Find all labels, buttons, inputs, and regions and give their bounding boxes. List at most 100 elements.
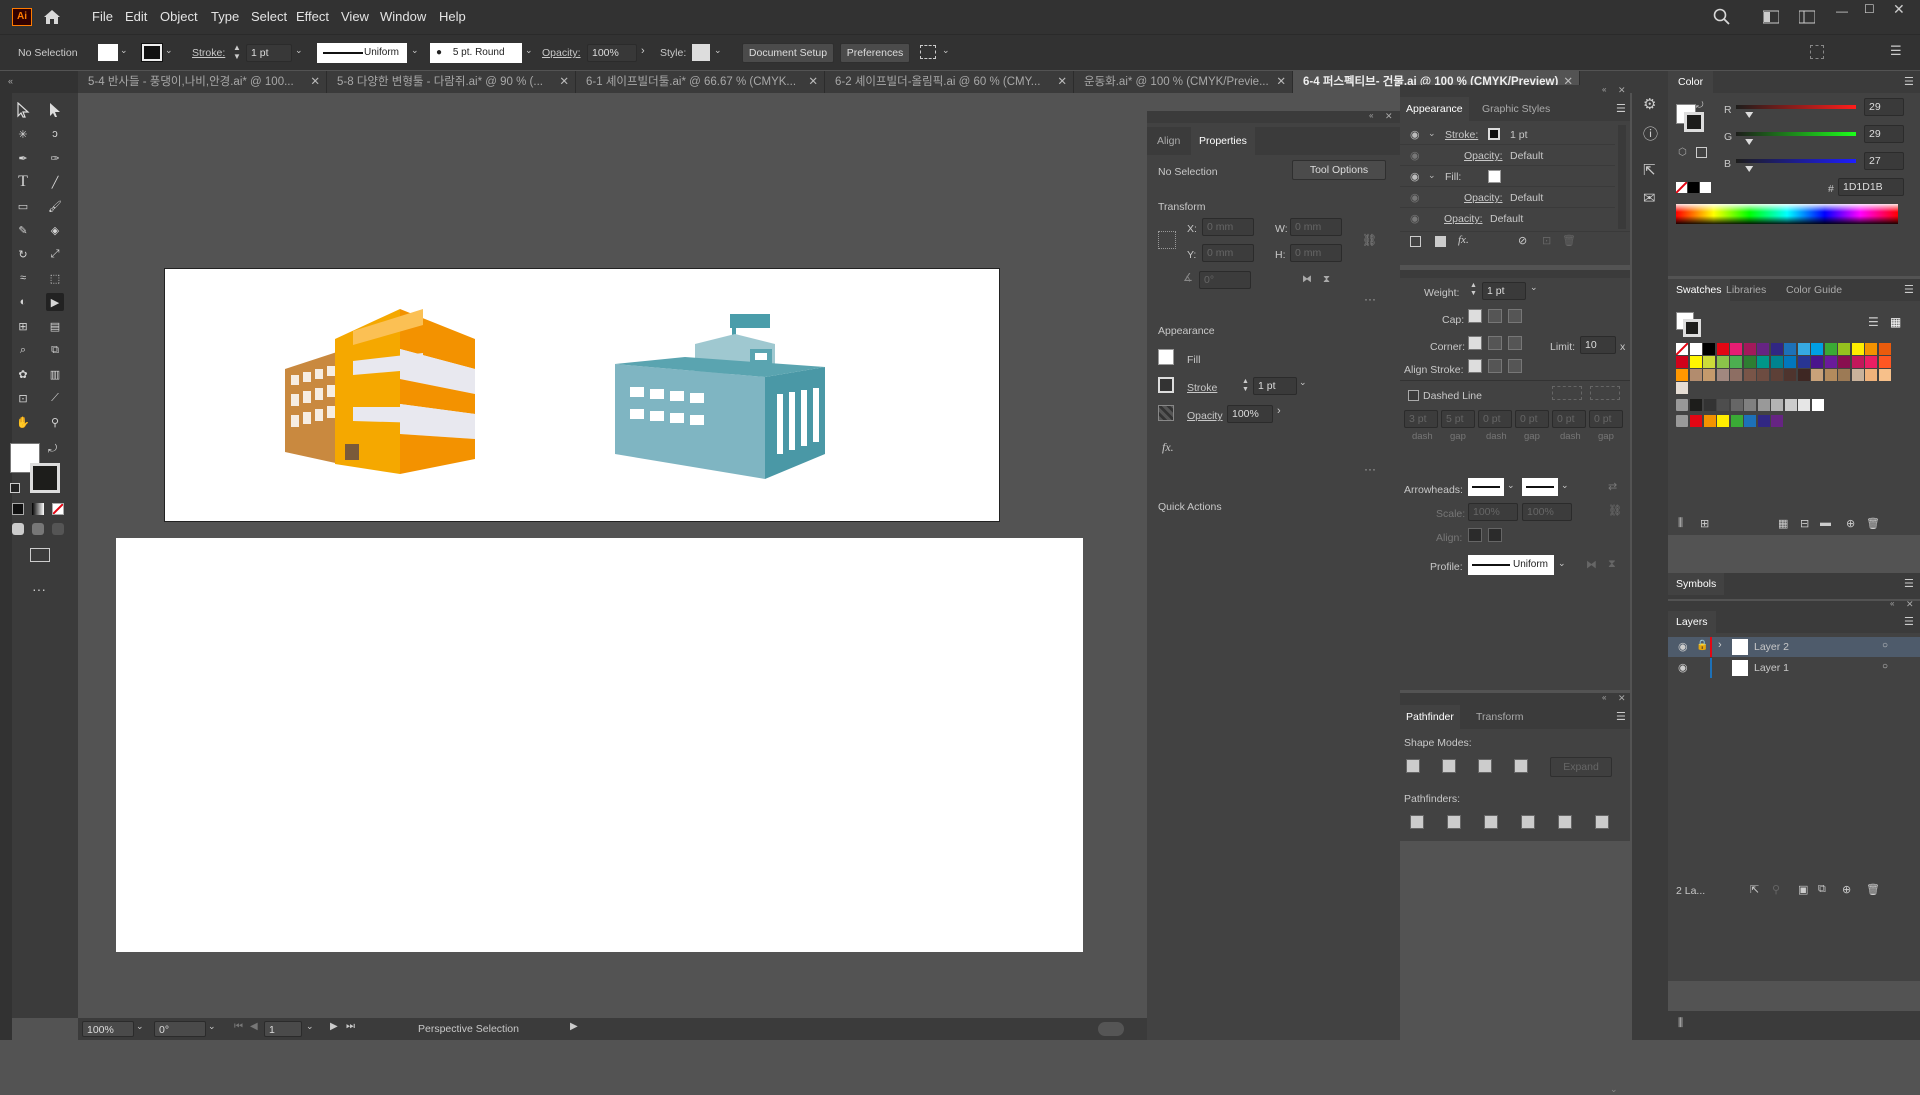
expand-chevron-icon[interactable]: ⌄ [1428,128,1436,139]
color-swatch[interactable] [1797,369,1810,381]
color-swatch[interactable] [1689,356,1702,368]
web-safe-icon[interactable] [1696,147,1707,158]
opacity-link[interactable]: Opacity: [1464,150,1503,162]
more-appearance-icon[interactable]: ··· [1364,462,1376,476]
color-swatch[interactable] [1743,343,1756,355]
expand-button[interactable]: Expand [1550,757,1612,777]
left-collapse-bar[interactable]: « [0,71,78,93]
rotation-field[interactable]: 0° [154,1021,206,1037]
hex-input[interactable]: 1D1D1B [1838,178,1904,196]
zoom-level-field[interactable]: 100% [82,1021,134,1037]
new-layer-icon[interactable]: ⊕ [1842,883,1851,896]
fx-button[interactable]: fx. [1162,440,1174,455]
gray-swatch[interactable] [1744,399,1756,411]
color-swap-icon[interactable]: ⤾ [1696,100,1704,111]
weight-input[interactable]: 1 pt [1482,282,1526,300]
style-swatch[interactable] [692,44,710,61]
tab-pathfinder[interactable]: Pathfinder [1400,705,1460,729]
tab-align[interactable]: Align [1157,127,1180,155]
stroke-color-box[interactable] [30,463,60,493]
pathfinder-close-icon[interactable]: ✕ [1618,693,1626,704]
color-swatch[interactable] [1811,343,1823,355]
bright-swatch[interactable] [1703,415,1716,427]
preferences-button[interactable]: Preferences [840,43,910,63]
new-sublayer-icon[interactable]: ⧉ [1818,883,1826,896]
bright-swatch[interactable] [1771,415,1783,427]
none-mode-icon[interactable] [52,503,64,515]
gap-1-input[interactable]: 5 pt [1441,410,1475,428]
lasso-tool-icon[interactable]: ↄ [46,125,64,143]
scale-start-input[interactable]: 100% [1468,503,1518,521]
x-input[interactable]: 0 mm [1202,218,1254,236]
delete-item-icon[interactable]: 🗑 [1562,234,1576,247]
opacity-link[interactable]: Opacity: [1444,213,1483,225]
locate-object-icon[interactable]: ⚲ [1772,883,1780,896]
flip-horizontal-icon[interactable]: ⧓ [1302,274,1312,285]
menu-edit[interactable]: Edit [125,9,147,24]
selection-tool-icon[interactable] [14,101,32,119]
constrain-proportions-icon[interactable]: ⛓ [1362,233,1377,247]
bright-swatch[interactable] [1717,415,1729,427]
pen-tool-icon[interactable]: ✒ [14,149,32,167]
document-tab[interactable]: 5-4 반사들 - 풍댕이,나비,안경.ai* @ 100... ✕ [78,71,327,93]
appearance-stroke-label[interactable]: Stroke: [1445,129,1478,141]
color-swatch[interactable] [1716,343,1729,355]
layers-menu-icon[interactable]: ☰ [1904,615,1914,628]
gradient-mode-icon[interactable] [32,503,44,515]
color-swatch[interactable] [1824,356,1837,368]
info-panel-icon[interactable]: ⓘ [1643,123,1658,144]
color-swatch[interactable] [1730,343,1742,355]
eraser-tool-icon[interactable]: ◈ [46,221,64,239]
close-tab-icon[interactable]: ✕ [1057,71,1067,93]
visibility-eye-icon[interactable]: ◉ [1410,128,1420,141]
minus-front-icon[interactable] [1442,759,1456,773]
maximize-button[interactable]: ☐ [1864,2,1878,16]
clipping-mask-icon[interactable]: ▣ [1798,883,1808,896]
color-swatch[interactable] [1770,343,1783,355]
color-mode-icon[interactable] [12,503,24,515]
arrow-align-extend-icon[interactable] [1468,528,1482,542]
visibility-eye-icon[interactable]: ◉ [1410,191,1420,204]
reference-point-icon[interactable] [1158,231,1176,249]
appearance-collapse-icon[interactable]: « [1602,85,1606,94]
duplicate-item-icon[interactable]: ⊡ [1542,234,1551,247]
layers-close-icon[interactable]: ✕ [1906,599,1914,610]
color-swatch[interactable] [1784,356,1796,368]
outline-icon[interactable] [1558,815,1572,829]
tab-graphic-styles[interactable]: Graphic Styles [1482,97,1550,121]
panel-menu-icon[interactable]: ☰ [1890,43,1902,59]
end-arrowhead-dropdown[interactable]: ⌄ [1561,480,1569,491]
tab-color-guide[interactable]: Color Guide [1786,279,1842,301]
align-options-dropdown[interactable]: ⌄ [942,45,950,56]
artboard-tool-icon[interactable]: ⊡ [14,389,32,407]
workspace-icon[interactable] [1762,8,1780,26]
artboard-2[interactable] [116,538,1083,952]
bright-swatch[interactable] [1730,415,1743,427]
color-swatch[interactable] [1689,369,1702,381]
butt-cap-icon[interactable] [1468,309,1482,323]
swatch-kinds-icon[interactable]: ⊞ [1700,517,1709,530]
bright-swatch[interactable] [1757,415,1770,427]
end-arrowhead-select[interactable] [1522,478,1558,496]
gray-swatch[interactable] [1730,399,1743,411]
warp-tool-icon[interactable]: ≈ [14,269,32,287]
screen-mode-icon[interactable] [30,548,50,562]
dash-preset-2-icon[interactable] [1590,386,1620,400]
visibility-eye-icon[interactable]: ◉ [1678,640,1688,653]
color-swatch[interactable] [1811,369,1823,381]
tab-libraries[interactable]: Libraries [1726,279,1766,301]
more-transform-icon[interactable]: ··· [1364,292,1376,306]
gray-swatch[interactable] [1757,399,1770,411]
tab-symbols[interactable]: Symbols [1668,573,1725,595]
tool-options-button[interactable]: Tool Options [1292,160,1386,180]
shape-builder-tool-icon[interactable]: ◐ [14,293,32,311]
menu-type[interactable]: Type [211,9,239,24]
delete-swatch-icon[interactable]: 🗑 [1866,517,1880,530]
opacity-field[interactable]: 100% [1227,405,1273,423]
stroke-appearance-swatch[interactable] [1158,377,1174,393]
menu-select[interactable]: Select [251,9,287,24]
color-swatch[interactable] [1689,343,1702,355]
default-colors-icon[interactable] [10,483,20,493]
color-swatch[interactable] [1878,343,1891,355]
style-dropdown[interactable]: ⌄ [714,45,722,56]
